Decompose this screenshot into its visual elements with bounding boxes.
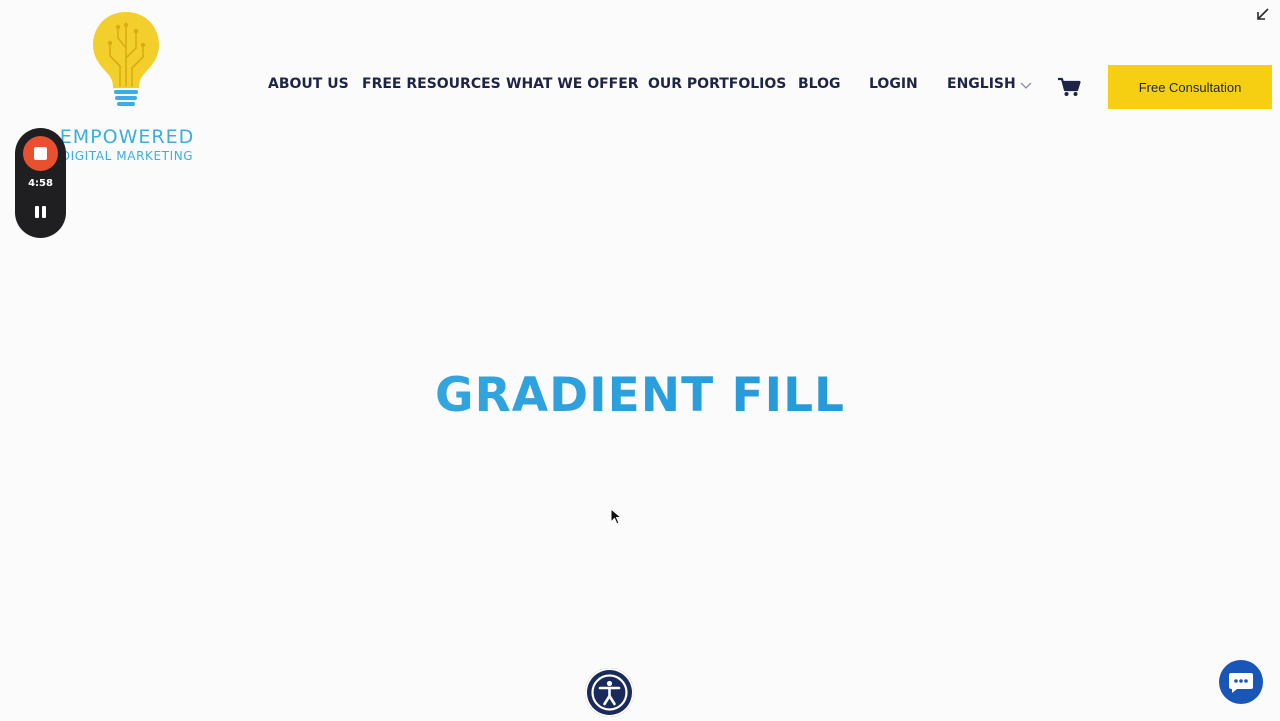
- language-label: ENGLISH: [947, 76, 1016, 92]
- logo-title: EMPOWERED: [59, 126, 195, 148]
- nav-free-resources[interactable]: FREE RESOURCES: [362, 76, 501, 92]
- mouse-pointer-icon: [610, 508, 622, 525]
- accessibility-icon: [591, 674, 628, 711]
- chevron-down-icon[interactable]: [1020, 80, 1032, 90]
- lightbulb-circuit-icon: [93, 12, 159, 106]
- recording-timer: 4:58: [28, 178, 53, 189]
- language-selector[interactable]: ENGLISH: [947, 76, 1016, 92]
- nav-login[interactable]: LOGIN: [869, 76, 918, 92]
- free-consultation-button[interactable]: Free Consultation: [1108, 65, 1272, 109]
- nav-blog[interactable]: BLOG: [798, 76, 841, 92]
- site-logo[interactable]: EMPOWERED DIGITAL MARKETING: [52, 8, 202, 163]
- nav-what-we-offer[interactable]: WHAT WE OFFER: [506, 76, 639, 92]
- screen-recorder-widget: 4:58: [15, 128, 66, 238]
- chat-icon: [1229, 673, 1253, 693]
- stop-icon[interactable]: [23, 136, 58, 171]
- accessibility-button[interactable]: [585, 668, 634, 717]
- logo-subtitle: DIGITAL MARKETING: [60, 149, 194, 163]
- nav-our-portfolios[interactable]: OUR PORTFOLIOS: [648, 76, 786, 92]
- chat-button[interactable]: [1219, 660, 1263, 704]
- arrow-down-left-icon[interactable]: [1255, 6, 1271, 22]
- hero-heading: GRADIENT FILL: [0, 368, 1280, 423]
- pause-icon[interactable]: [34, 206, 48, 220]
- cart-icon[interactable]: [1057, 77, 1081, 97]
- nav-about-us[interactable]: ABOUT US: [268, 76, 349, 92]
